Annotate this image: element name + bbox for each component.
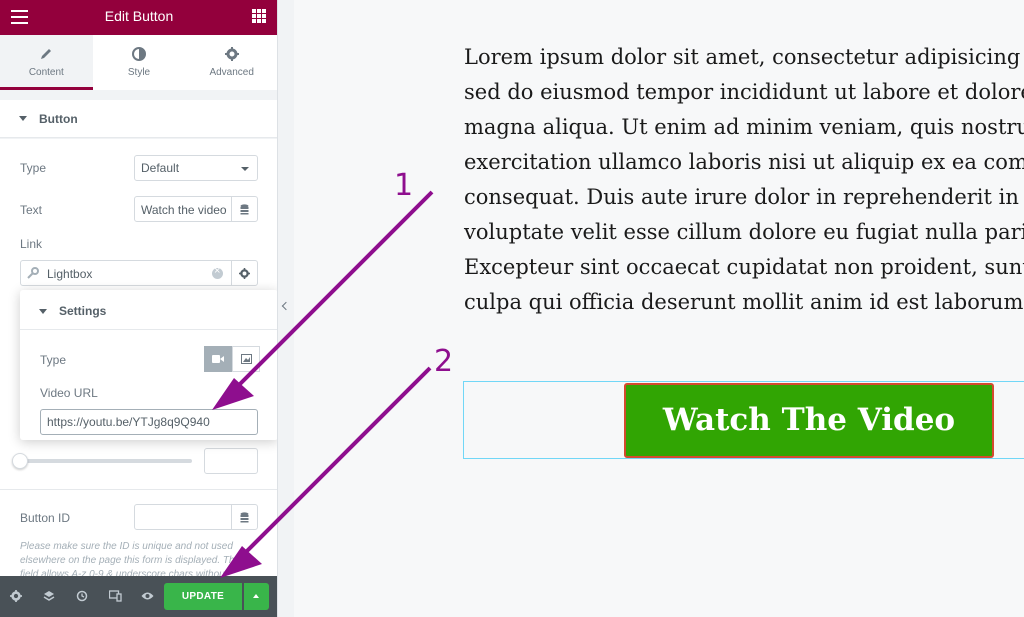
settings-gear-icon[interactable] bbox=[8, 588, 24, 604]
editor-panel: Edit Button Content Style Advanced Butto… bbox=[0, 0, 278, 617]
gear-icon bbox=[239, 267, 250, 279]
dynamic-tags-button[interactable] bbox=[231, 505, 257, 529]
text-field[interactable]: Watch the video bbox=[134, 196, 258, 222]
history-icon[interactable] bbox=[74, 588, 90, 604]
save-options-button[interactable] bbox=[244, 583, 269, 610]
panel-title: Edit Button bbox=[104, 8, 174, 24]
video-url-label: Video URL bbox=[40, 386, 98, 400]
section-title: Button bbox=[39, 112, 78, 126]
chevron-down-icon bbox=[241, 167, 249, 171]
type-label: Type bbox=[20, 161, 47, 175]
widgets-grid-icon[interactable] bbox=[252, 9, 266, 23]
panel-tabs: Content Style Advanced bbox=[0, 35, 277, 90]
tab-style[interactable]: Style bbox=[93, 35, 186, 90]
image-icon bbox=[240, 354, 252, 364]
video-type-option[interactable] bbox=[204, 346, 232, 372]
slider-handle[interactable] bbox=[12, 453, 28, 469]
type-select-value: Default bbox=[141, 161, 180, 175]
annotation-number-1: 1 bbox=[394, 168, 414, 203]
database-icon bbox=[240, 511, 249, 522]
lorem-paragraph: Lorem ipsum dolor sit amet, consectetur … bbox=[464, 45, 1024, 314]
section-button-header[interactable]: Button bbox=[0, 100, 277, 138]
popover-title: Settings bbox=[59, 304, 107, 318]
tab-advanced[interactable]: Advanced bbox=[185, 35, 277, 90]
database-icon bbox=[240, 203, 249, 214]
contrast-icon bbox=[93, 47, 186, 65]
page-preview: Lorem ipsum dolor sit amet, consectetur … bbox=[294, 0, 1024, 617]
caret-down-icon bbox=[39, 309, 47, 314]
responsive-mode-icon[interactable] bbox=[107, 588, 123, 604]
annotation-number-2: 2 bbox=[434, 344, 454, 379]
type-select[interactable]: Default bbox=[134, 155, 258, 181]
pencil-icon bbox=[0, 47, 93, 65]
button-id-field[interactable] bbox=[134, 504, 258, 530]
gear-icon bbox=[185, 47, 277, 65]
image-type-option[interactable] bbox=[232, 346, 260, 372]
panel-footer: UPDATE bbox=[0, 576, 277, 617]
layers-icon[interactable] bbox=[41, 588, 57, 604]
link-options-button[interactable] bbox=[231, 261, 257, 285]
watch-video-button[interactable]: Watch The Video bbox=[624, 383, 994, 458]
text-field-value: Watch the video bbox=[141, 203, 227, 217]
video-camera-icon bbox=[212, 355, 224, 363]
slider-track[interactable] bbox=[20, 459, 192, 463]
link-field-value: Lightbox bbox=[47, 267, 93, 281]
divider bbox=[0, 489, 277, 490]
link-label: Link bbox=[20, 237, 43, 251]
collapse-panel-button[interactable] bbox=[278, 290, 294, 324]
video-url-input[interactable]: https://youtu.be/YTJg8q9Q940 bbox=[40, 409, 258, 435]
clear-icon[interactable] bbox=[212, 265, 223, 279]
caret-down-icon bbox=[19, 116, 27, 121]
button-id-label: Button ID bbox=[20, 511, 71, 525]
tab-content[interactable]: Content bbox=[0, 35, 93, 90]
text-label: Text bbox=[20, 203, 43, 217]
popover-header[interactable]: Settings bbox=[20, 290, 277, 330]
wrench-icon bbox=[27, 267, 39, 282]
link-field[interactable]: Lightbox bbox=[20, 260, 258, 286]
media-type-choices bbox=[204, 346, 260, 372]
popover-type-label: Type bbox=[40, 353, 67, 367]
panel-header: Edit Button bbox=[0, 0, 277, 35]
preview-eye-icon[interactable] bbox=[139, 588, 155, 604]
dynamic-tags-button[interactable] bbox=[231, 197, 257, 221]
slider-number-input[interactable] bbox=[204, 448, 258, 474]
update-button[interactable]: UPDATE bbox=[164, 583, 242, 610]
lightbox-settings-popover: Settings Type Video URL https://youtu.be… bbox=[20, 290, 277, 440]
